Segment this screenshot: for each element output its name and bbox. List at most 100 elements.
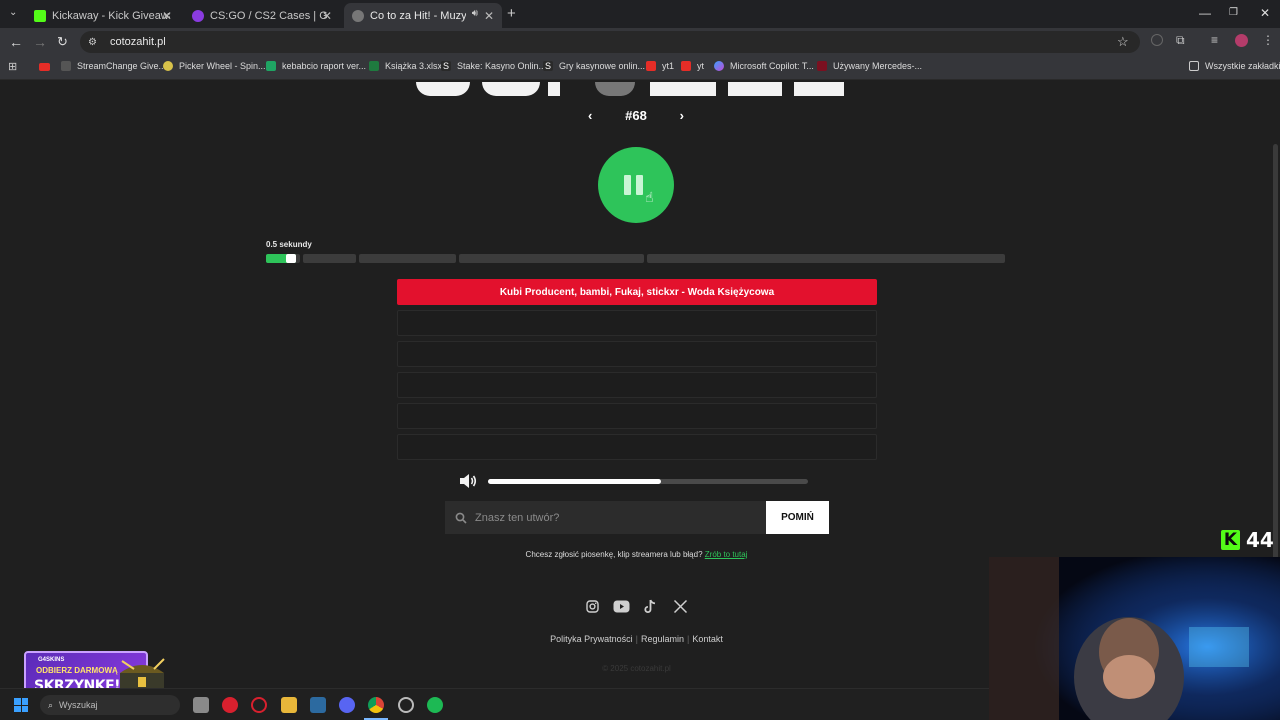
bookmark-label: Microsoft Copilot: T...: [730, 61, 814, 71]
browser-tab-bar: ⌄ Kickaway - Kick Giveaway Tool ✕ CS:GO …: [0, 0, 1280, 28]
restore-icon[interactable]: ❐: [1229, 7, 1238, 18]
bookmark-mercedes[interactable]: Używany Mercedes-...: [817, 61, 922, 71]
back-arrow-icon[interactable]: ←: [9, 34, 23, 50]
progress-segment: [459, 254, 644, 263]
kick-favicon-icon: [34, 9, 46, 22]
all-bookmarks-folder[interactable]: Wszystkie zakładki: [1189, 61, 1280, 71]
profile-avatar[interactable]: [1235, 34, 1248, 47]
bookmark-label: Książka 3.xlsx: [385, 61, 443, 71]
site-info-icon[interactable]: ⚙: [88, 37, 100, 48]
file-explorer-icon[interactable]: [281, 697, 297, 713]
new-tab-button[interactable]: +: [507, 5, 516, 22]
bookmark-icon: [163, 61, 173, 71]
forward-arrow-icon[interactable]: →: [33, 34, 47, 50]
windows-taskbar: ⌕ Wyszukaj: [0, 688, 989, 720]
bookmark-gry-kasynowe[interactable]: S Gry kasynowe onlin...: [543, 61, 645, 71]
terms-link[interactable]: Regulamin: [641, 634, 684, 644]
bookmark-label: Gry kasynowe onlin...: [559, 61, 646, 71]
bookmark-star-icon[interactable]: ☆: [1117, 34, 1129, 50]
audio-playing-icon[interactable]: 🔊︎: [472, 8, 478, 19]
contact-link[interactable]: Kontakt: [692, 634, 723, 644]
extension-icon[interactable]: [1151, 34, 1163, 46]
promo-brand: G4SKINS: [38, 657, 65, 663]
report-link[interactable]: Zrób to tutaj: [705, 550, 748, 559]
minimize-icon[interactable]: —: [1199, 6, 1211, 20]
report-text: Chcesz zgłosić piosenkę, klip streamera …: [525, 550, 703, 559]
bookmark-label: Stake: Kasyno Onlin...: [457, 61, 547, 71]
cotozahit-favicon-icon: [352, 9, 364, 22]
time-label: 0.5 sekundy: [266, 240, 312, 249]
answer-slot: [397, 434, 877, 460]
skip-button[interactable]: POMIŃ: [766, 501, 829, 534]
youtube-icon[interactable]: [613, 600, 630, 613]
bookmark-label: yt: [697, 61, 705, 71]
spotify-icon[interactable]: [427, 697, 443, 713]
reload-icon[interactable]: ↻: [57, 34, 68, 50]
bookmark-label: Picker Wheel - Spin...: [179, 61, 266, 71]
webcam-feed: [989, 557, 1280, 720]
bookmark-yt1[interactable]: yt1: [646, 61, 674, 71]
app-icon[interactable]: [398, 697, 414, 713]
close-icon[interactable]: ✕: [162, 9, 172, 23]
answer-slot: [397, 310, 877, 336]
bookmark-kebabcio[interactable]: kebabcio raport ver...: [266, 61, 366, 71]
youtube-icon: [681, 61, 691, 71]
guess-input[interactable]: [475, 511, 745, 524]
x-twitter-icon[interactable]: [673, 599, 688, 614]
tab-cotozahit[interactable]: Co to za Hit! - Muzyczny Q 🔊︎ ✕: [344, 3, 502, 28]
kick-viewer-count: 44: [1246, 528, 1274, 552]
pause-button[interactable]: [598, 147, 674, 223]
social-links: [584, 598, 694, 616]
windows-start-icon[interactable]: [14, 698, 28, 712]
bookmark-stake[interactable]: S Stake: Kasyno Onlin...: [441, 61, 546, 71]
close-icon[interactable]: ✕: [484, 9, 494, 23]
site-logo: [410, 80, 850, 96]
opera-gx-icon[interactable]: [222, 697, 238, 713]
bookmark-picker-wheel[interactable]: Picker Wheel - Spin...: [163, 61, 266, 71]
menu-kebab-icon[interactable]: ⋮: [1262, 33, 1274, 47]
media-control-icon[interactable]: ≡: [1211, 33, 1218, 47]
apps-grid-icon[interactable]: ⊞: [8, 60, 17, 73]
pause-icon: [624, 175, 631, 195]
privacy-policy-link[interactable]: Polityka Prywatności: [550, 634, 633, 644]
kick-viewer-badge: K 44: [1221, 528, 1274, 552]
tab-title: Kickaway - Kick Giveaway Tool: [52, 9, 170, 22]
bookmark-yt[interactable]: yt: [681, 61, 704, 71]
chevron-left-icon[interactable]: ‹: [588, 108, 592, 123]
pause-icon-bar: [636, 175, 643, 195]
bookmark-label: Używany Mercedes-...: [833, 61, 923, 71]
progress-segment: [647, 254, 1005, 263]
extensions-puzzle-icon[interactable]: ⧉: [1176, 33, 1185, 48]
bookmark-copilot[interactable]: Microsoft Copilot: T...: [714, 61, 814, 71]
bookmark-label: Wszystkie zakładki: [1205, 61, 1280, 71]
bookmark-icon: [817, 61, 827, 71]
bookmark-streamchange[interactable]: StreamChange Give...: [61, 61, 166, 71]
volume-icon[interactable]: [459, 473, 477, 494]
chrome-icon[interactable]: [368, 697, 384, 713]
tab-kickaway[interactable]: Kickaway - Kick Giveaway Tool ✕: [26, 3, 180, 28]
url-text: cotozahit.pl: [110, 36, 166, 48]
steam-icon[interactable]: [310, 697, 326, 713]
tiktok-icon[interactable]: [644, 599, 657, 614]
bookmark-label: yt1: [662, 61, 675, 71]
volume-fill: [488, 479, 661, 484]
search-icon: [455, 512, 467, 524]
volume-slider[interactable]: [488, 479, 808, 484]
address-bar[interactable]: ⚙ cotozahit.pl ☆: [80, 31, 1140, 53]
tab-search-icon[interactable]: ⌄: [9, 7, 17, 18]
tab-g4skins[interactable]: CS:GO / CS2 Cases | G4Skins C ✕: [184, 3, 340, 28]
discord-icon[interactable]: [339, 697, 355, 713]
task-view-icon[interactable]: [193, 697, 209, 713]
chevron-right-icon[interactable]: ›: [680, 108, 684, 123]
guess-search-box[interactable]: [445, 501, 766, 534]
page-scrollbar[interactable]: [1273, 144, 1278, 594]
copilot-icon: [714, 61, 724, 71]
window-close-icon[interactable]: ✕: [1260, 6, 1270, 20]
youtube-bookmark-icon[interactable]: [39, 63, 50, 71]
opera-icon[interactable]: [251, 697, 267, 713]
bookmark-label: StreamChange Give...: [77, 61, 167, 71]
taskbar-search[interactable]: ⌕ Wyszukaj: [40, 695, 180, 715]
close-icon[interactable]: ✕: [322, 9, 332, 23]
instagram-icon[interactable]: [586, 600, 599, 613]
bookmark-ksiazka[interactable]: Książka 3.xlsx: [369, 61, 442, 71]
